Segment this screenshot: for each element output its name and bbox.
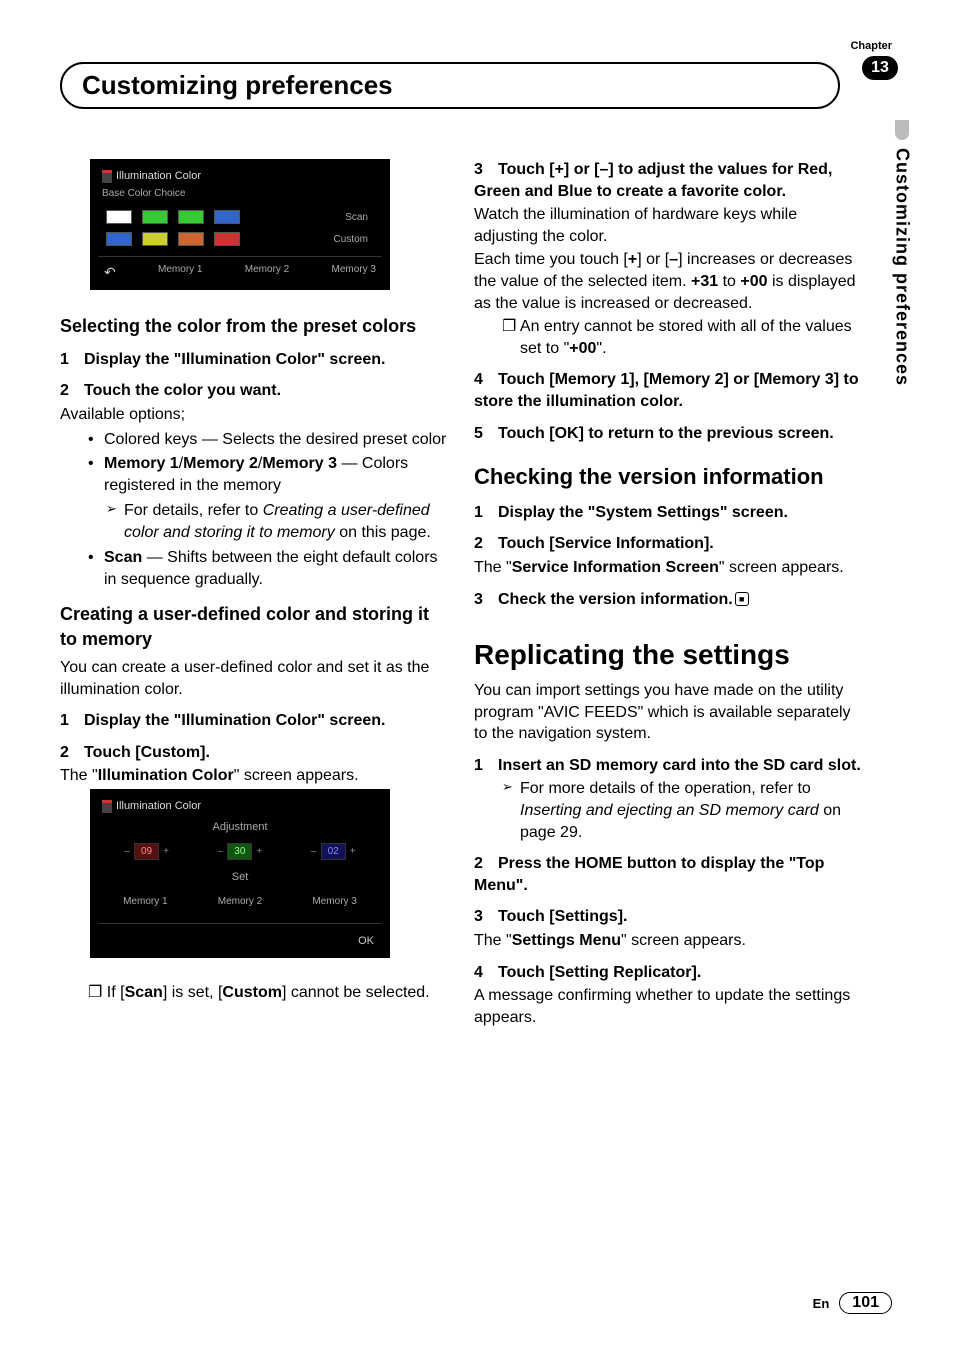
plus-button[interactable]: +	[256, 845, 262, 859]
page-title: Customizing preferences	[82, 70, 393, 101]
screenshot-illumination-color-adjust: Illumination Color Adjustment –09+ –30+ …	[90, 789, 390, 958]
step: 2Touch the color you want.	[60, 380, 450, 402]
back-icon[interactable]: ↶	[104, 263, 116, 282]
adjustment-label: Adjustment	[98, 816, 382, 839]
minus-button[interactable]: –	[311, 845, 317, 859]
color-swatch[interactable]	[178, 210, 204, 224]
step: 5Touch [OK] to return to the previous sc…	[474, 423, 864, 445]
color-swatch[interactable]	[106, 232, 132, 246]
list-item: Memory 1/Memory 2/Memory 3 — Colors regi…	[88, 453, 450, 496]
side-tab: Customizing preferences	[890, 120, 914, 386]
language-label: En	[813, 1296, 830, 1311]
memory2-button[interactable]: Memory 2	[245, 263, 289, 282]
end-mark-icon: ■	[735, 592, 749, 606]
heading-replicating-settings: Replicating the settings	[474, 636, 864, 674]
text: You can create a user-defined color and …	[60, 657, 450, 700]
step: 1Display the "System Settings" screen.	[474, 502, 864, 524]
color-swatch[interactable]	[106, 210, 132, 224]
page-footer: En 101	[813, 1292, 892, 1314]
red-value: 09	[134, 843, 159, 861]
app-icon	[102, 170, 112, 183]
minus-button[interactable]: –	[124, 845, 130, 859]
heading-user-defined-color: Creating a user-defined color and storin…	[60, 602, 450, 651]
memory3-button[interactable]: Memory 3	[332, 263, 376, 282]
heading-version-info: Checking the version information	[474, 462, 864, 492]
plus-button[interactable]: +	[163, 845, 169, 859]
list-item: Scan — Shifts between the eight default …	[88, 547, 450, 590]
list-item: Colored keys — Selects the desired prese…	[88, 429, 450, 451]
reference: For more details of the operation, refer…	[502, 778, 864, 843]
custom-button[interactable]: Custom	[334, 233, 374, 247]
page-title-frame: Customizing preferences	[60, 62, 840, 109]
screenshot-illumination-color-preset: Illumination Color Base Color Choice Sca…	[90, 159, 390, 290]
text: Watch the illumination of hardware keys …	[474, 204, 864, 247]
step: 4Touch [Setting Replicator].	[474, 962, 864, 984]
screenshot1-title: Illumination Color	[116, 169, 201, 184]
right-column: 3Touch [+] or [–] to adjust the values f…	[474, 159, 864, 1030]
page-number: 101	[839, 1292, 892, 1314]
step: 3Touch [Settings].	[474, 906, 864, 928]
step: 1Display the "Illumination Color" screen…	[60, 349, 450, 371]
color-swatch[interactable]	[214, 210, 240, 224]
color-swatch[interactable]	[142, 232, 168, 246]
note: If [Scan] is set, [Custom] cannot be sel…	[88, 982, 450, 1004]
ok-button[interactable]: OK	[98, 923, 382, 951]
text: Each time you touch [+] or [–] increases…	[474, 249, 864, 314]
step: 3Touch [+] or [–] to adjust the values f…	[474, 159, 864, 202]
app-icon	[102, 800, 112, 813]
plus-button[interactable]: +	[350, 845, 356, 859]
memory2-button[interactable]: Memory 2	[218, 895, 262, 909]
heading-preset-colors: Selecting the color from the preset colo…	[60, 314, 450, 338]
screenshot2-title: Illumination Color	[116, 799, 201, 814]
color-swatch[interactable]	[178, 232, 204, 246]
step: 1Insert an SD memory card into the SD ca…	[474, 755, 864, 777]
note: An entry cannot be stored with all of th…	[502, 316, 864, 359]
step: 2Press the HOME button to display the "T…	[474, 853, 864, 896]
color-swatch[interactable]	[214, 232, 240, 246]
text: Available options;	[60, 404, 450, 426]
text: The "Settings Menu" screen appears.	[474, 930, 864, 952]
step: 4Touch [Memory 1], [Memory 2] or [Memory…	[474, 369, 864, 412]
set-label: Set	[98, 864, 382, 891]
memory1-button[interactable]: Memory 1	[123, 895, 167, 909]
reference: For details, refer to Creating a user-de…	[106, 500, 450, 543]
text: The "Illumination Color" screen appears.	[60, 765, 450, 787]
side-tab-text: Customizing preferences	[892, 148, 913, 386]
text: A message confirming whether to update t…	[474, 985, 864, 1028]
chapter-label: Chapter	[850, 40, 892, 52]
memory1-button[interactable]: Memory 1	[158, 263, 202, 282]
left-column: Illumination Color Base Color Choice Sca…	[60, 159, 450, 1030]
scan-button[interactable]: Scan	[345, 211, 374, 225]
color-swatch[interactable]	[142, 210, 168, 224]
step: 3Check the version information.■	[474, 589, 864, 611]
green-value: 30	[227, 843, 252, 861]
step: 2Touch [Custom].	[60, 742, 450, 764]
side-tab-marker	[895, 120, 909, 140]
text: The "Service Information Screen" screen …	[474, 557, 864, 579]
text: You can import settings you have made on…	[474, 680, 864, 745]
screenshot1-subtitle: Base Color Choice	[98, 186, 382, 207]
blue-value: 02	[321, 843, 346, 861]
step: 2Touch [Service Information].	[474, 533, 864, 555]
step: 1Display the "Illumination Color" screen…	[60, 710, 450, 732]
chapter-number-badge: 13	[862, 56, 898, 80]
minus-button[interactable]: –	[218, 845, 224, 859]
memory3-button[interactable]: Memory 3	[312, 895, 356, 909]
